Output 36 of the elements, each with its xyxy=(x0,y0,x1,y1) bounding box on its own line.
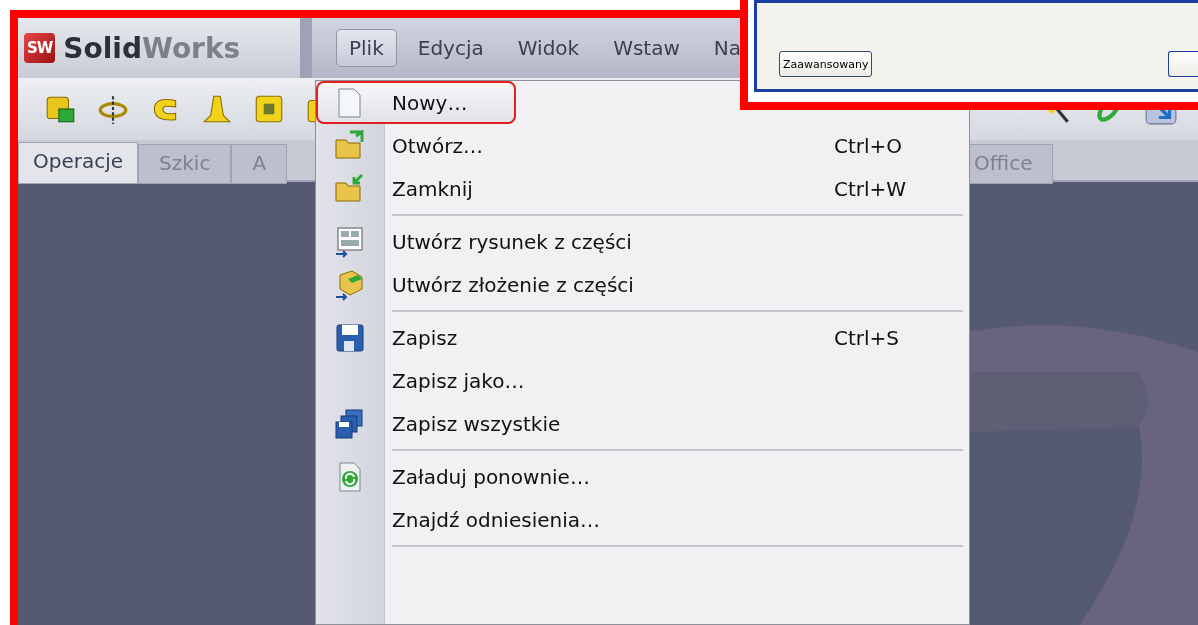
menu-item-label: Zamknij xyxy=(392,176,473,201)
save-icon xyxy=(334,321,366,354)
menu-item[interactable]: Nowy… xyxy=(316,81,516,124)
assembly-icon xyxy=(334,268,366,301)
shortcut-label: Ctrl+W xyxy=(834,176,907,201)
menu-item-label: Zapisz wszystkie xyxy=(392,411,561,436)
menu-item-label: Załaduj ponownie… xyxy=(392,464,590,489)
menu-item[interactable]: Utwórz rysunek z części xyxy=(316,220,969,263)
menu-item-label: Utwórz rysunek z części xyxy=(392,229,632,254)
folder-icon xyxy=(334,129,366,162)
menu-item[interactable]: Utwórz złożenie z części xyxy=(316,263,969,306)
menu-item-label: Otwórz… xyxy=(392,133,483,158)
menu-item[interactable]: Widok xyxy=(504,29,593,67)
menu-item[interactable]: Zapisz wszystkie xyxy=(316,402,969,445)
menu-item[interactable]: Znajdź odniesienia… xyxy=(316,498,969,541)
menu-item-label: Utwórz złożenie z części xyxy=(392,272,634,297)
menu-item[interactable]: Zapisz Ctrl+S xyxy=(316,316,969,359)
dialog-button[interactable]: Zaawansowany xyxy=(779,51,873,77)
tab[interactable]: Operacje xyxy=(18,142,139,184)
shortcut-label: Ctrl+O xyxy=(834,133,903,158)
folder-icon xyxy=(334,172,366,205)
menu-item[interactable]: Wstaw xyxy=(600,29,693,67)
menu-item[interactable]: Edycja xyxy=(404,29,497,67)
logo-badge: SW xyxy=(24,33,56,63)
menu-item-label: Znajdź odniesienia… xyxy=(392,507,600,532)
shortcut-label: Ctrl+S xyxy=(834,325,900,350)
drawing-sheet-icon xyxy=(334,225,366,258)
dialog-button[interactable] xyxy=(1168,51,1198,77)
menu-item-label: Zapisz jako… xyxy=(392,368,525,393)
menu-item[interactable]: Zapisz jako… xyxy=(316,359,969,402)
menu-item[interactable]: Plik xyxy=(336,29,397,67)
save-all-icon xyxy=(334,407,366,440)
menu-item[interactable]: Załaduj ponownie… xyxy=(316,455,969,498)
brand-name: SolidWorks xyxy=(63,31,241,65)
menu-item-label: Nowy… xyxy=(392,90,468,115)
menu-item-label: Zapisz xyxy=(392,325,458,350)
